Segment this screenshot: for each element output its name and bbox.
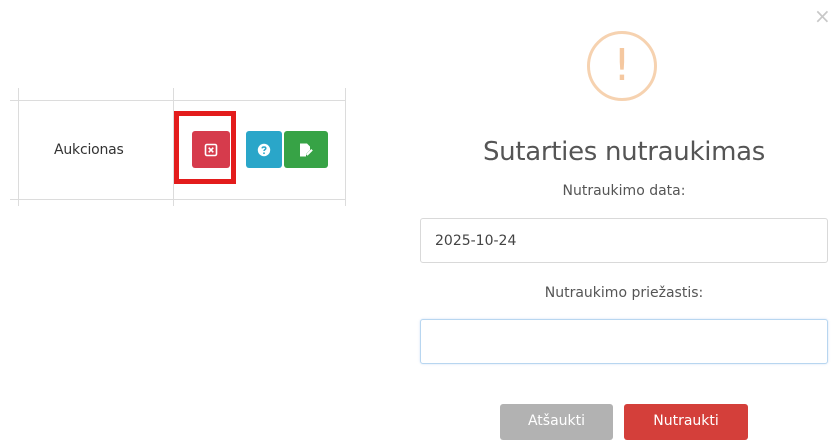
table-col-divider-right [345,88,346,206]
close-icon[interactable]: × [814,6,831,26]
edit-document-icon [300,143,313,156]
exclamation-icon: ! [613,40,631,91]
info-button[interactable] [246,131,282,168]
dialog-title: Sutarties nutraukimas [482,137,766,167]
table-row-bottom-border [10,199,346,200]
terminate-button[interactable]: Nutraukti [624,404,748,440]
action-highlight-frame [174,111,236,184]
table-row-top-border [10,100,346,101]
date-label: Nutraukimo data: [562,183,686,199]
cancel-button[interactable]: Atšaukti [500,404,613,440]
termination-date-input[interactable] [420,218,828,263]
termination-reason-input[interactable] [420,319,828,364]
warning-icon: ! [587,31,657,101]
question-circle-icon [257,143,271,156]
table-cell-type: Aukcionas [54,142,124,158]
reason-label: Nutraukimo priežastis: [544,285,704,301]
table-col-divider-left [18,88,19,206]
edit-button[interactable] [284,131,328,168]
